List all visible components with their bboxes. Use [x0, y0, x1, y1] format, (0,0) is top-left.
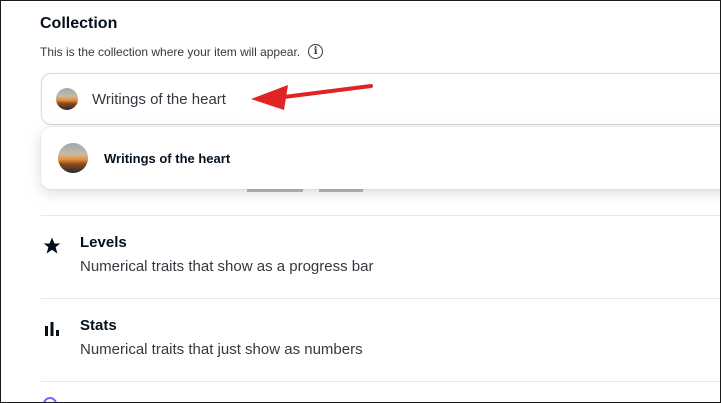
trait-title: Levels	[80, 234, 127, 251]
divider	[41, 215, 720, 216]
trait-title: Stats	[80, 317, 117, 334]
window-frame: Collection This is the collection where …	[0, 0, 721, 403]
divider	[41, 381, 720, 382]
bar-chart-icon	[41, 319, 63, 339]
dropdown-option-thumbnail	[58, 143, 88, 173]
collection-description: This is the collection where your item w…	[40, 44, 324, 59]
collection-select[interactable]: Writings of the heart	[41, 73, 720, 125]
divider	[41, 298, 720, 299]
collection-thumbnail	[56, 88, 78, 110]
collection-description-text: This is the collection where your item w…	[40, 44, 301, 59]
star-icon	[41, 236, 63, 256]
collection-select-value: Writings of the heart	[92, 90, 226, 108]
collection-dropdown: Writings of the heart	[41, 127, 720, 189]
info-icon[interactable]: i	[308, 44, 324, 59]
partial-icon	[43, 397, 57, 402]
trait-description: Numerical traits that show as a progress…	[80, 258, 374, 275]
collection-title: Collection	[40, 15, 118, 32]
trait-description: Numerical traits that just show as numbe…	[80, 341, 363, 358]
trait-row-levels[interactable]: Levels Numerical traits that show as a p…	[41, 234, 701, 284]
trait-row-stats[interactable]: Stats Numerical traits that just show as…	[41, 317, 701, 367]
dropdown-option-writings-of-the-heart[interactable]: Writings of the heart	[104, 151, 230, 166]
annotation-arrow-icon	[251, 84, 373, 110]
